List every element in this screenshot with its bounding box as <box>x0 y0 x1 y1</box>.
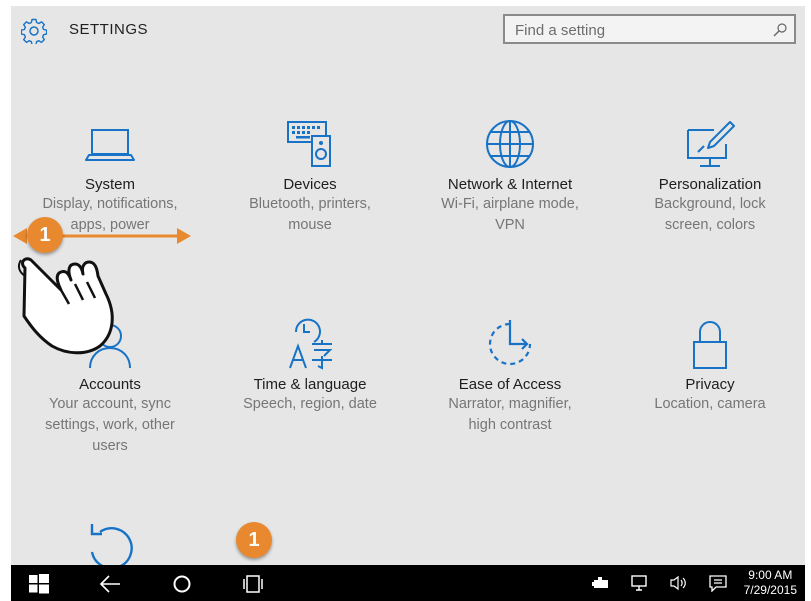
clock-date: 7/29/2015 <box>743 583 797 597</box>
search-input[interactable] <box>513 20 757 40</box>
action-center-icon[interactable] <box>709 575 727 592</box>
tile-ease-of-access[interactable]: Ease of Access Narrator, magnifier, high… <box>415 316 605 435</box>
windows-start-icon[interactable] <box>29 574 49 594</box>
search-icon[interactable] <box>772 22 788 38</box>
network-icon[interactable] <box>631 575 649 591</box>
personalization-icon <box>687 121 735 167</box>
cortana-search-icon[interactable] <box>172 574 192 594</box>
tile-update-security[interactable] <box>15 518 205 565</box>
tile-network-internet[interactable]: Network & Internet Wi-Fi, airplane mode,… <box>415 116 605 235</box>
laptop-icon <box>85 129 135 161</box>
ease-of-access-icon <box>488 320 532 366</box>
tile-name: Devices <box>283 176 337 193</box>
update-icon <box>90 524 133 565</box>
tile-name: Time & language <box>253 376 367 393</box>
tile-description: high contrast <box>468 417 552 433</box>
tile-description: Wi-Fi, airplane mode, <box>441 196 579 212</box>
tile-devices[interactable]: Devices Bluetooth, printers, mouse <box>215 116 405 235</box>
gear-icon <box>21 18 47 44</box>
tile-description: mouse <box>288 217 332 233</box>
tile-name: Network & Internet <box>447 176 573 193</box>
taskbar: 9:00 AM 7/29/2015 <box>11 565 805 601</box>
time-language-icon <box>289 318 333 370</box>
task-view-icon[interactable] <box>242 573 264 595</box>
tile-description: Location, camera <box>654 396 766 412</box>
tile-description: Narrator, magnifier, <box>448 396 572 412</box>
tile-description: Bluetooth, printers, <box>249 196 371 212</box>
tile-time-language[interactable]: Time & language Speech, region, date <box>215 316 405 414</box>
tile-name: Personalization <box>658 176 762 193</box>
volume-icon[interactable] <box>669 575 687 591</box>
tile-name: Privacy <box>685 376 735 393</box>
tile-description: Display, notifications, <box>42 196 178 212</box>
back-arrow-icon[interactable] <box>99 574 121 594</box>
header: SETTINGS <box>11 6 805 52</box>
globe-icon <box>486 120 534 168</box>
clock[interactable]: 9:00 AM 7/29/2015 <box>744 568 797 598</box>
clock-time: 9:00 AM <box>748 568 793 582</box>
tile-description: Background, lock <box>654 196 766 212</box>
tile-name: Ease of Access <box>458 376 562 393</box>
callout-badge: 1 <box>27 217 63 253</box>
tile-description: Speech, region, date <box>243 396 377 412</box>
tile-name: Accounts <box>79 376 141 393</box>
tile-description: Your account, sync <box>49 396 171 412</box>
page-title: SETTINGS <box>69 21 149 38</box>
tile-description: screen, colors <box>664 217 756 233</box>
tile-description: users <box>92 438 128 454</box>
tile-description: VPN <box>495 217 525 233</box>
tile-personalization[interactable]: Personalization Background, lock screen,… <box>615 116 805 235</box>
tile-privacy[interactable]: Privacy Location, camera <box>615 316 805 414</box>
tile-description: settings, work, other <box>45 417 175 433</box>
settings-window: SETTINGS System Display, notifications, … <box>11 6 805 565</box>
lock-icon <box>693 321 727 369</box>
callout-badge-task-view: 1 <box>236 522 272 558</box>
search-box[interactable] <box>503 14 796 44</box>
devices-icon <box>287 121 331 167</box>
tile-name: System <box>84 176 135 193</box>
battery-icon[interactable] <box>592 577 610 590</box>
hand-gesture-icon <box>15 254 114 355</box>
